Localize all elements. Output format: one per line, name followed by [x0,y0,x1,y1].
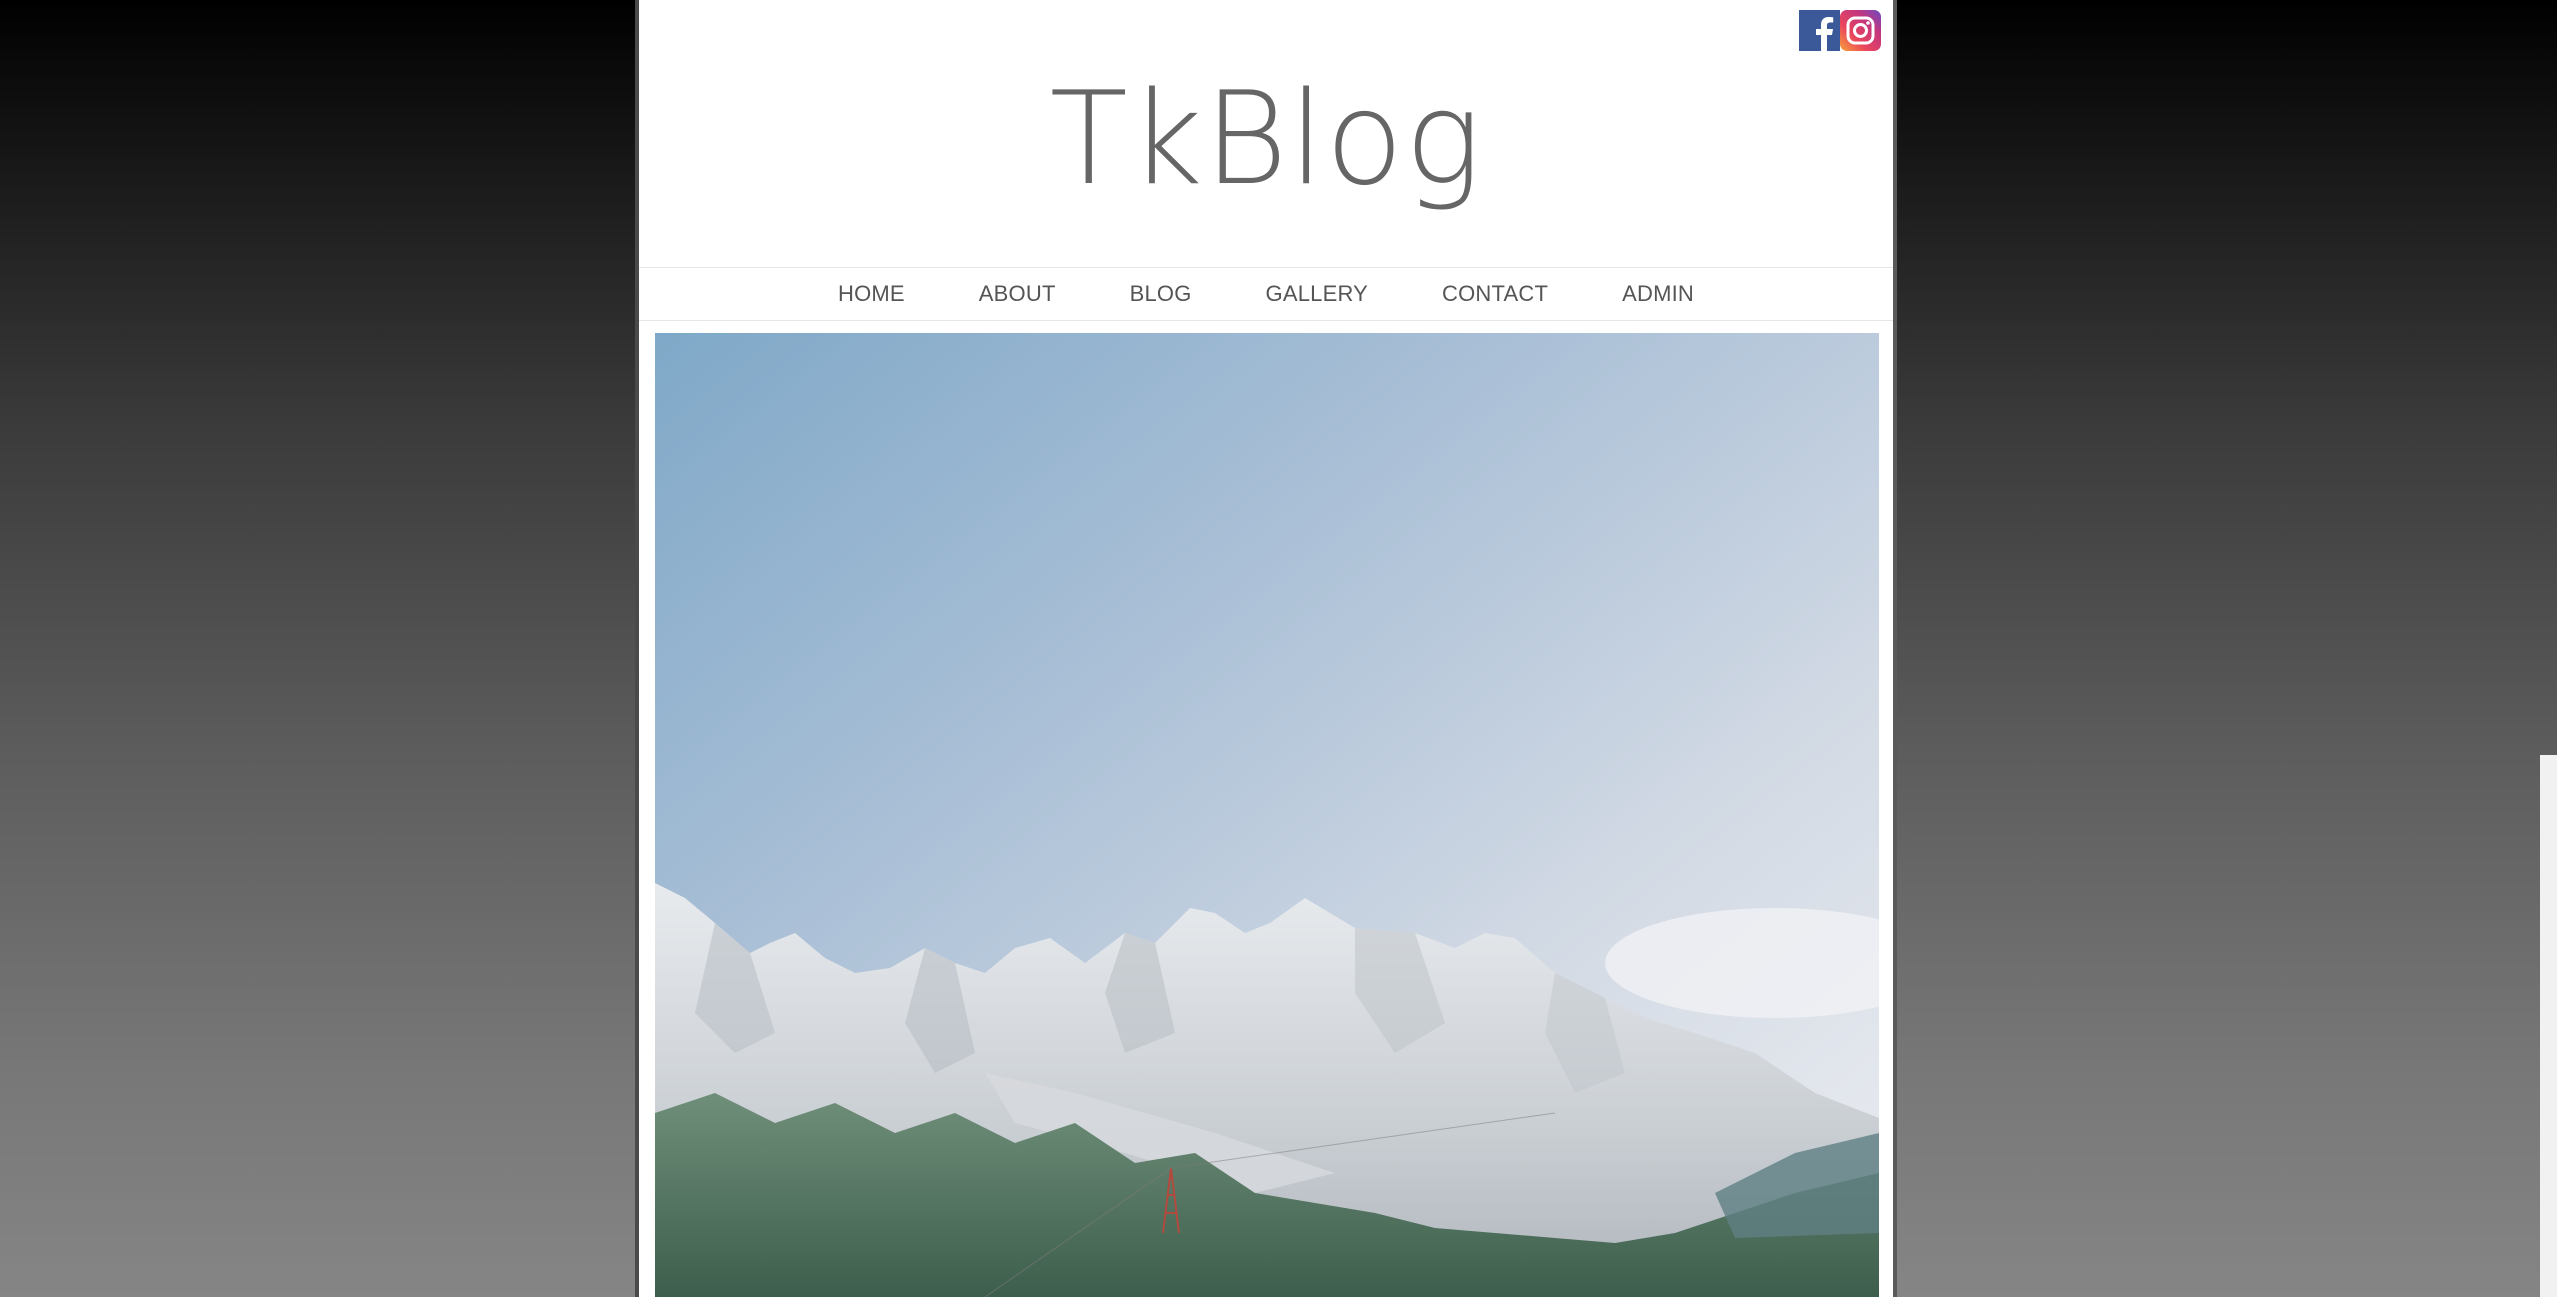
site-logo[interactable]: TkBlog [639,60,1893,220]
hero-image [655,333,1879,1297]
facebook-icon [1799,10,1840,51]
nav-item-blog[interactable]: BLOG [1093,281,1229,307]
nav-item-admin[interactable]: ADMIN [1585,281,1731,307]
main-nav: HOME ABOUT BLOG GALLERY CONTACT ADMIN [639,267,1893,321]
social-links [1799,10,1881,51]
nav-item-home[interactable]: HOME [801,281,942,307]
nav-item-about[interactable]: ABOUT [942,281,1093,307]
instagram-icon [1840,10,1881,51]
nav-item-contact[interactable]: CONTACT [1405,281,1585,307]
scrollbar-thumb[interactable] [2540,755,2557,1297]
page-container: TkBlog HOME ABOUT BLOG GALLERY CONTACT A… [639,0,1893,1297]
instagram-link[interactable] [1840,10,1881,51]
mountain-landscape-image [655,333,1879,1297]
nav-item-gallery[interactable]: GALLERY [1229,281,1406,307]
facebook-link[interactable] [1799,10,1840,51]
page-scrollbar[interactable] [2540,0,2557,1297]
